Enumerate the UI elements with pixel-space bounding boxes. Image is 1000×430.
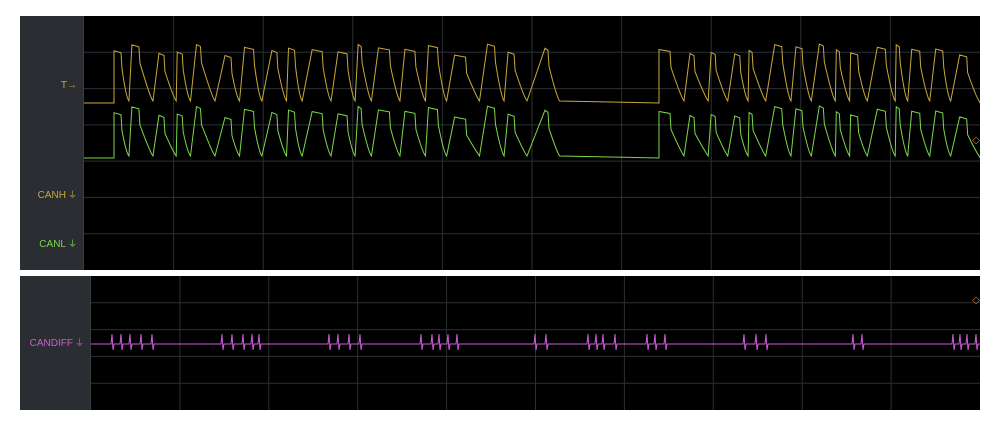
top-channel-rail: T→ CANH ⏚ CANL ⏚ <box>20 16 84 270</box>
offscreen-marker-icon[interactable]: ◇ <box>972 136 980 146</box>
ground-reference-icon: ⏚ <box>74 338 84 348</box>
top-waveform-svg <box>84 16 980 270</box>
candiff-trace <box>91 333 980 351</box>
bottom-plot-area[interactable]: ◇ <box>91 276 980 410</box>
bottom-waveform-panel: CANDIFF ⏚ ◇ <box>20 276 980 410</box>
ground-reference-icon: ⏚ <box>67 190 77 200</box>
top-plot-area[interactable]: ◇ <box>84 16 980 270</box>
bottom-waveform-svg <box>91 276 980 410</box>
bottom-channel-rail: CANDIFF ⏚ <box>20 276 91 410</box>
canl-channel-label[interactable]: CANL ⏚ <box>39 239 77 250</box>
canh-channel-label[interactable]: CANH ⏚ <box>38 190 77 201</box>
top-waveform-panel: T→ CANH ⏚ CANL ⏚ ◇ <box>20 16 980 270</box>
trigger-level-label[interactable]: T→ <box>61 80 77 91</box>
candiff-channel-label[interactable]: CANDIFF ⏚ <box>30 338 84 349</box>
offscreen-marker-icon[interactable]: ◇ <box>972 296 980 306</box>
ground-reference-icon: ⏚ <box>67 239 77 249</box>
